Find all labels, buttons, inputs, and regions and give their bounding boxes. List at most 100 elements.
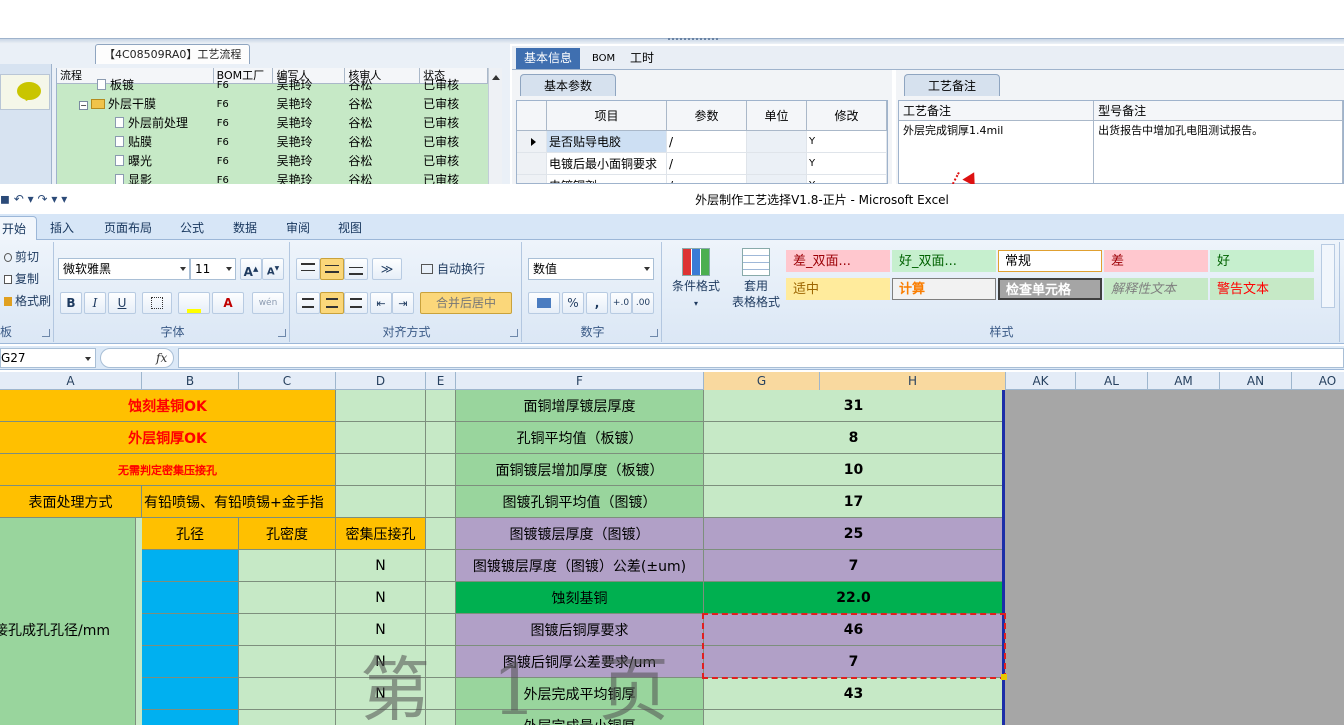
col-header-param[interactable]: 参数 [667, 101, 747, 130]
column-header[interactable]: H [820, 372, 1006, 390]
grid-cell[interactable]: 图镀孔铜平均值（图镀） [456, 486, 704, 518]
tab-page-layout[interactable]: 页面布局 [104, 219, 152, 236]
cell-style-item[interactable]: 好 [1210, 250, 1314, 272]
grid-cell[interactable]: 43 [704, 678, 1004, 710]
grid-cell[interactable] [336, 422, 426, 454]
tree-row[interactable]: 曝光 F6 吴艳玲 谷松 已审核 [57, 152, 488, 171]
grid-cell[interactable]: N [336, 550, 426, 582]
column-header[interactable]: AK [1006, 372, 1076, 390]
tab-view[interactable]: 视图 [338, 219, 362, 236]
align-middle-button[interactable] [320, 258, 344, 280]
tab-data[interactable]: 数据 [233, 219, 257, 236]
orientation-button[interactable]: ≫ [372, 258, 402, 280]
phonetic-button[interactable]: wén [252, 292, 284, 314]
col-header-item[interactable]: 项目 [547, 101, 667, 130]
tree-row[interactable]: 显影 F6 吴艳玲 谷松 已审核 [57, 171, 488, 184]
font-launcher-icon[interactable] [278, 329, 286, 337]
grid-cell[interactable]: 7 [704, 550, 1004, 582]
chevron-down-icon[interactable] [85, 357, 91, 364]
format-as-table-button[interactable]: 套用 表格格式 [728, 248, 784, 310]
grid-cell[interactable]: 图镀镀层厚度（图镀） [456, 518, 704, 550]
grid-cell[interactable]: 接孔成孔孔径/mm [0, 518, 136, 725]
formula-input[interactable] [178, 348, 1344, 368]
borders-button[interactable] [142, 292, 172, 314]
param-cell[interactable]: / [667, 153, 747, 174]
cell-style-item[interactable]: 差 [1104, 250, 1208, 272]
column-header[interactable]: C [239, 372, 336, 390]
grid-cell[interactable] [142, 614, 239, 646]
modify-cell[interactable]: Y [807, 131, 887, 152]
chevron-down-icon[interactable] [644, 267, 650, 274]
font-name-combo[interactable]: 微软雅黑 [58, 258, 190, 280]
font-color-button[interactable]: A [212, 292, 244, 314]
grid-cell[interactable]: 无需判定密集压接孔 [0, 454, 336, 486]
grid-cell[interactable] [426, 390, 456, 422]
grow-font-button[interactable]: A▲ [240, 258, 262, 280]
cell-style-item[interactable]: 适中 [786, 278, 890, 300]
process-title-tab[interactable]: 【4C08509RA0】工艺流程 [95, 44, 251, 64]
col-header-modify[interactable]: 修改 [807, 101, 887, 130]
font-size-combo[interactable]: 11 [190, 258, 236, 280]
clipboard-launcher-icon[interactable] [42, 329, 50, 337]
grid-cell[interactable] [142, 646, 239, 678]
underline-button[interactable]: U [108, 292, 136, 314]
insert-function-button[interactable]: fx [156, 351, 167, 365]
grid-cell[interactable]: 面铜镀层增加厚度（板镀） [456, 454, 704, 486]
tab-insert[interactable]: 插入 [50, 219, 74, 236]
column-header[interactable]: D [336, 372, 426, 390]
cut-button[interactable]: 剪切 [4, 248, 39, 265]
grid-cell[interactable] [142, 582, 239, 614]
grid-cell[interactable] [336, 390, 426, 422]
cell-style-item[interactable]: 常规 [998, 250, 1102, 272]
column-header[interactable]: AN [1220, 372, 1292, 390]
grid-cell[interactable] [239, 678, 336, 710]
tab-review[interactable]: 审阅 [286, 219, 310, 236]
merge-center-button[interactable]: 合并后居中 [420, 292, 512, 314]
grid-cell[interactable] [336, 454, 426, 486]
selected-range[interactable] [702, 613, 1006, 679]
currency-button[interactable] [528, 292, 560, 314]
styles-gallery-scrollbar[interactable] [1321, 244, 1335, 308]
grid-cell[interactable] [142, 550, 239, 582]
col-header-unit[interactable]: 单位 [747, 101, 807, 130]
collapse-icon[interactable]: − [79, 101, 88, 110]
grid-cell[interactable]: 22.0 [704, 582, 1004, 614]
tab-process-notes[interactable]: 工艺备注 [904, 74, 1000, 96]
modify-cell[interactable]: Y [807, 175, 887, 183]
grid-cell[interactable] [239, 550, 336, 582]
grid-cell[interactable]: 面铜增厚镀层厚度 [456, 390, 704, 422]
column-header[interactable]: B [142, 372, 239, 390]
item-cell[interactable]: 电镀铜剂 [547, 175, 667, 183]
grid-cell[interactable]: 密集压接孔 [336, 518, 426, 550]
tree-row[interactable]: − 外层干膜 F6 吴艳玲 谷松 已审核 [57, 95, 488, 114]
cell-style-item[interactable]: 计算 [892, 278, 996, 300]
increase-indent-button[interactable]: ⇥ [392, 292, 414, 314]
grid-cell[interactable]: N [336, 582, 426, 614]
grid-cell[interactable] [142, 678, 239, 710]
unit-cell[interactable] [747, 175, 807, 183]
wrap-text-button[interactable]: 自动换行 [420, 258, 500, 280]
item-cell[interactable]: 电镀后最小面铜要求 [547, 153, 667, 174]
fill-handle[interactable] [1001, 674, 1007, 680]
grid-cell[interactable]: 孔径 [142, 518, 239, 550]
name-box[interactable]: G27 [0, 348, 96, 368]
column-header[interactable]: G [704, 372, 820, 390]
increase-decimal-button[interactable]: +.0 [610, 292, 632, 314]
fill-color-button[interactable] [178, 292, 210, 314]
grid-cell[interactable] [426, 518, 456, 550]
grid-cell[interactable]: 8 [704, 422, 1004, 454]
decrease-indent-button[interactable]: ⇤ [370, 292, 392, 314]
tab-home[interactable]: 开始 [0, 216, 38, 240]
number-launcher-icon[interactable] [650, 329, 658, 337]
tab-formulas[interactable]: 公式 [180, 219, 204, 236]
grid-cell[interactable]: 图镀镀层厚度（图镀）公差(±um) [456, 550, 704, 582]
grid-cell[interactable] [426, 486, 456, 518]
number-format-combo[interactable]: 数值 [528, 258, 654, 280]
column-header[interactable]: F [456, 372, 704, 390]
splitter-grip[interactable] [668, 38, 718, 42]
format-painter-button[interactable]: 格式刷 [4, 292, 51, 309]
type-note-text[interactable]: 出货报告中增加孔电阻测试报告。 [1094, 121, 1343, 183]
unit-cell[interactable] [747, 153, 807, 174]
table-row[interactable]: 电镀后最小面铜要求 / Y [517, 153, 887, 175]
bold-button[interactable]: B [60, 292, 82, 314]
